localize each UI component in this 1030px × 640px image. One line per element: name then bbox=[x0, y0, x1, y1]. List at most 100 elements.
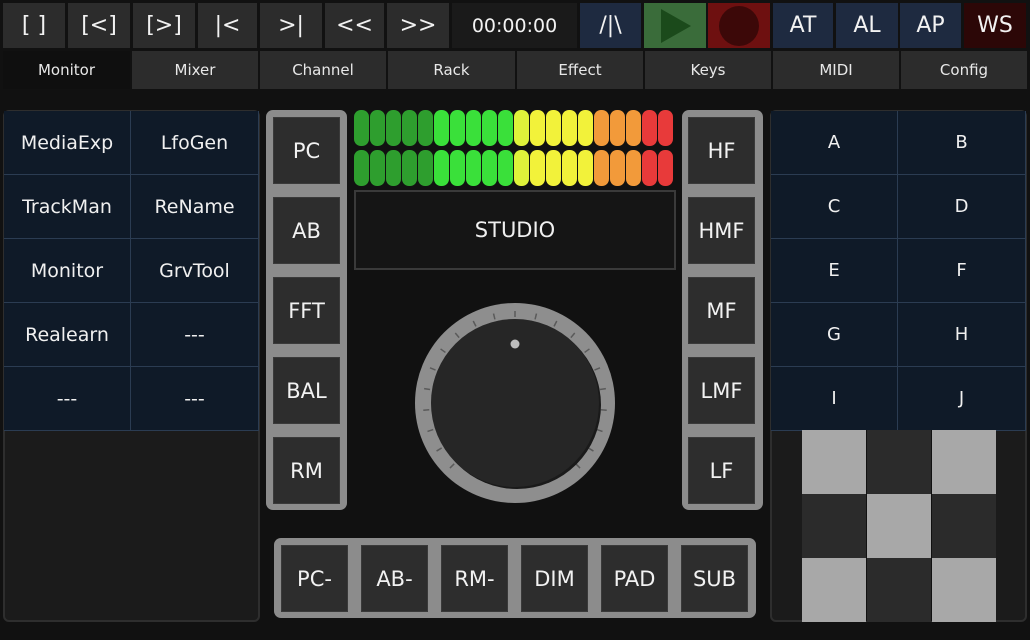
bank-a[interactable]: A bbox=[771, 111, 898, 175]
fast-forward-button[interactable]: >> bbox=[387, 3, 449, 48]
go-to-start-button[interactable]: |< bbox=[198, 3, 257, 48]
plugin-lfogen[interactable]: LfoGen bbox=[131, 111, 259, 175]
toolbar-button-3[interactable]: [>] bbox=[133, 3, 195, 48]
pc-button[interactable]: PC bbox=[273, 117, 340, 184]
at-button[interactable]: AT bbox=[773, 3, 833, 48]
bank-g[interactable]: G bbox=[771, 303, 898, 367]
meter-segment bbox=[610, 110, 625, 146]
bank-b[interactable]: B bbox=[898, 111, 1026, 175]
pad-button[interactable]: PAD bbox=[601, 545, 668, 612]
bank-f[interactable]: F bbox=[898, 239, 1026, 303]
mf-button[interactable]: MF bbox=[688, 277, 755, 344]
volume-knob[interactable] bbox=[415, 303, 615, 503]
hmf-button[interactable]: HMF bbox=[688, 197, 755, 264]
pc-minus-button[interactable]: PC- bbox=[281, 545, 348, 612]
bank-d[interactable]: D bbox=[898, 175, 1026, 239]
dim-button[interactable]: DIM bbox=[521, 545, 588, 612]
meter-segment bbox=[594, 150, 609, 186]
xy-pad-cell[interactable] bbox=[867, 558, 931, 622]
xy-pad-cell[interactable] bbox=[802, 558, 866, 622]
lmf-button[interactable]: LMF bbox=[688, 357, 755, 424]
ab-button[interactable]: AB bbox=[273, 197, 340, 264]
bank-grid: A B C D E F G H I J bbox=[771, 111, 1026, 431]
meter-segment bbox=[354, 150, 369, 186]
bank-j[interactable]: J bbox=[898, 367, 1026, 431]
plugin-empty-3[interactable]: --- bbox=[131, 367, 259, 431]
lf-button[interactable]: LF bbox=[688, 437, 755, 504]
al-button[interactable]: AL bbox=[836, 3, 898, 48]
time-display: 00:00:00 bbox=[452, 3, 577, 48]
meter-segment bbox=[626, 110, 641, 146]
level-meter-right bbox=[354, 150, 676, 186]
bank-i[interactable]: I bbox=[771, 367, 898, 431]
bank-c[interactable]: C bbox=[771, 175, 898, 239]
plugin-realearn[interactable]: Realearn bbox=[4, 303, 131, 367]
plugin-empty-2[interactable]: --- bbox=[4, 367, 131, 431]
toolbar-button-2[interactable]: [<] bbox=[68, 3, 130, 48]
meter-segment bbox=[626, 150, 641, 186]
automation-button[interactable]: /|\ bbox=[580, 3, 641, 48]
meter-segment bbox=[434, 150, 449, 186]
meter-segment bbox=[530, 110, 545, 146]
tab-channel[interactable]: Channel bbox=[260, 51, 386, 89]
plugin-trackman[interactable]: TrackMan bbox=[4, 175, 131, 239]
xy-pad-cell[interactable] bbox=[932, 430, 996, 494]
meter-segment bbox=[482, 150, 497, 186]
tab-mixer[interactable]: Mixer bbox=[132, 51, 258, 89]
fft-button[interactable]: FFT bbox=[273, 277, 340, 344]
hf-button[interactable]: HF bbox=[688, 117, 755, 184]
plugin-mediaexp[interactable]: MediaExp bbox=[4, 111, 131, 175]
meter-segment bbox=[402, 150, 417, 186]
xy-pad-cell[interactable] bbox=[932, 494, 996, 558]
meter-segment bbox=[610, 150, 625, 186]
meter-segment bbox=[562, 110, 577, 146]
bal-button[interactable]: BAL bbox=[273, 357, 340, 424]
meter-segment bbox=[370, 110, 385, 146]
plugin-grvtool[interactable]: GrvTool bbox=[131, 239, 259, 303]
xy-pad-cell[interactable] bbox=[932, 558, 996, 622]
tab-config[interactable]: Config bbox=[901, 51, 1027, 89]
meter-segment bbox=[434, 110, 449, 146]
toolbar-button-1[interactable]: [ ] bbox=[3, 3, 65, 48]
ap-button[interactable]: AP bbox=[900, 3, 961, 48]
meter-segment bbox=[450, 110, 465, 146]
go-to-end-button[interactable]: >| bbox=[260, 3, 322, 48]
xy-pad[interactable] bbox=[802, 430, 996, 622]
tab-rack[interactable]: Rack bbox=[388, 51, 515, 89]
tab-monitor[interactable]: Monitor bbox=[3, 51, 130, 89]
xy-pad-cell[interactable] bbox=[802, 494, 866, 558]
meter-segment bbox=[418, 110, 433, 146]
rm-minus-button[interactable]: RM- bbox=[441, 545, 508, 612]
tab-effect[interactable]: Effect bbox=[517, 51, 643, 89]
meter-segment bbox=[562, 150, 577, 186]
xy-pad-cell[interactable] bbox=[802, 430, 866, 494]
studio-display: STUDIO bbox=[354, 190, 676, 270]
meter-segment bbox=[354, 110, 369, 146]
record-button[interactable] bbox=[708, 3, 770, 48]
meter-segment bbox=[658, 110, 673, 146]
tab-midi[interactable]: MIDI bbox=[773, 51, 899, 89]
tab-keys[interactable]: Keys bbox=[645, 51, 771, 89]
meter-segment bbox=[386, 110, 401, 146]
rm-button[interactable]: RM bbox=[273, 437, 340, 504]
meter-segment bbox=[386, 150, 401, 186]
xy-pad-cell[interactable] bbox=[867, 430, 931, 494]
rewind-button[interactable]: << bbox=[325, 3, 384, 48]
sub-button[interactable]: SUB bbox=[681, 545, 748, 612]
ab-minus-button[interactable]: AB- bbox=[361, 545, 428, 612]
meter-segment bbox=[546, 110, 561, 146]
plugin-monitor[interactable]: Monitor bbox=[4, 239, 131, 303]
plugin-empty-1[interactable]: --- bbox=[131, 303, 259, 367]
meter-segment bbox=[498, 110, 513, 146]
meter-segment bbox=[482, 110, 497, 146]
record-icon bbox=[719, 5, 759, 46]
plugin-rename[interactable]: ReName bbox=[131, 175, 259, 239]
bank-h[interactable]: H bbox=[898, 303, 1026, 367]
xy-pad-cell[interactable] bbox=[867, 494, 931, 558]
plugin-grid: MediaExp LfoGen TrackMan ReName Monitor … bbox=[4, 111, 259, 431]
meter-segment bbox=[642, 110, 657, 146]
bank-e[interactable]: E bbox=[771, 239, 898, 303]
play-button[interactable] bbox=[644, 3, 706, 48]
ws-button[interactable]: WS bbox=[964, 3, 1026, 48]
meter-segment bbox=[450, 150, 465, 186]
